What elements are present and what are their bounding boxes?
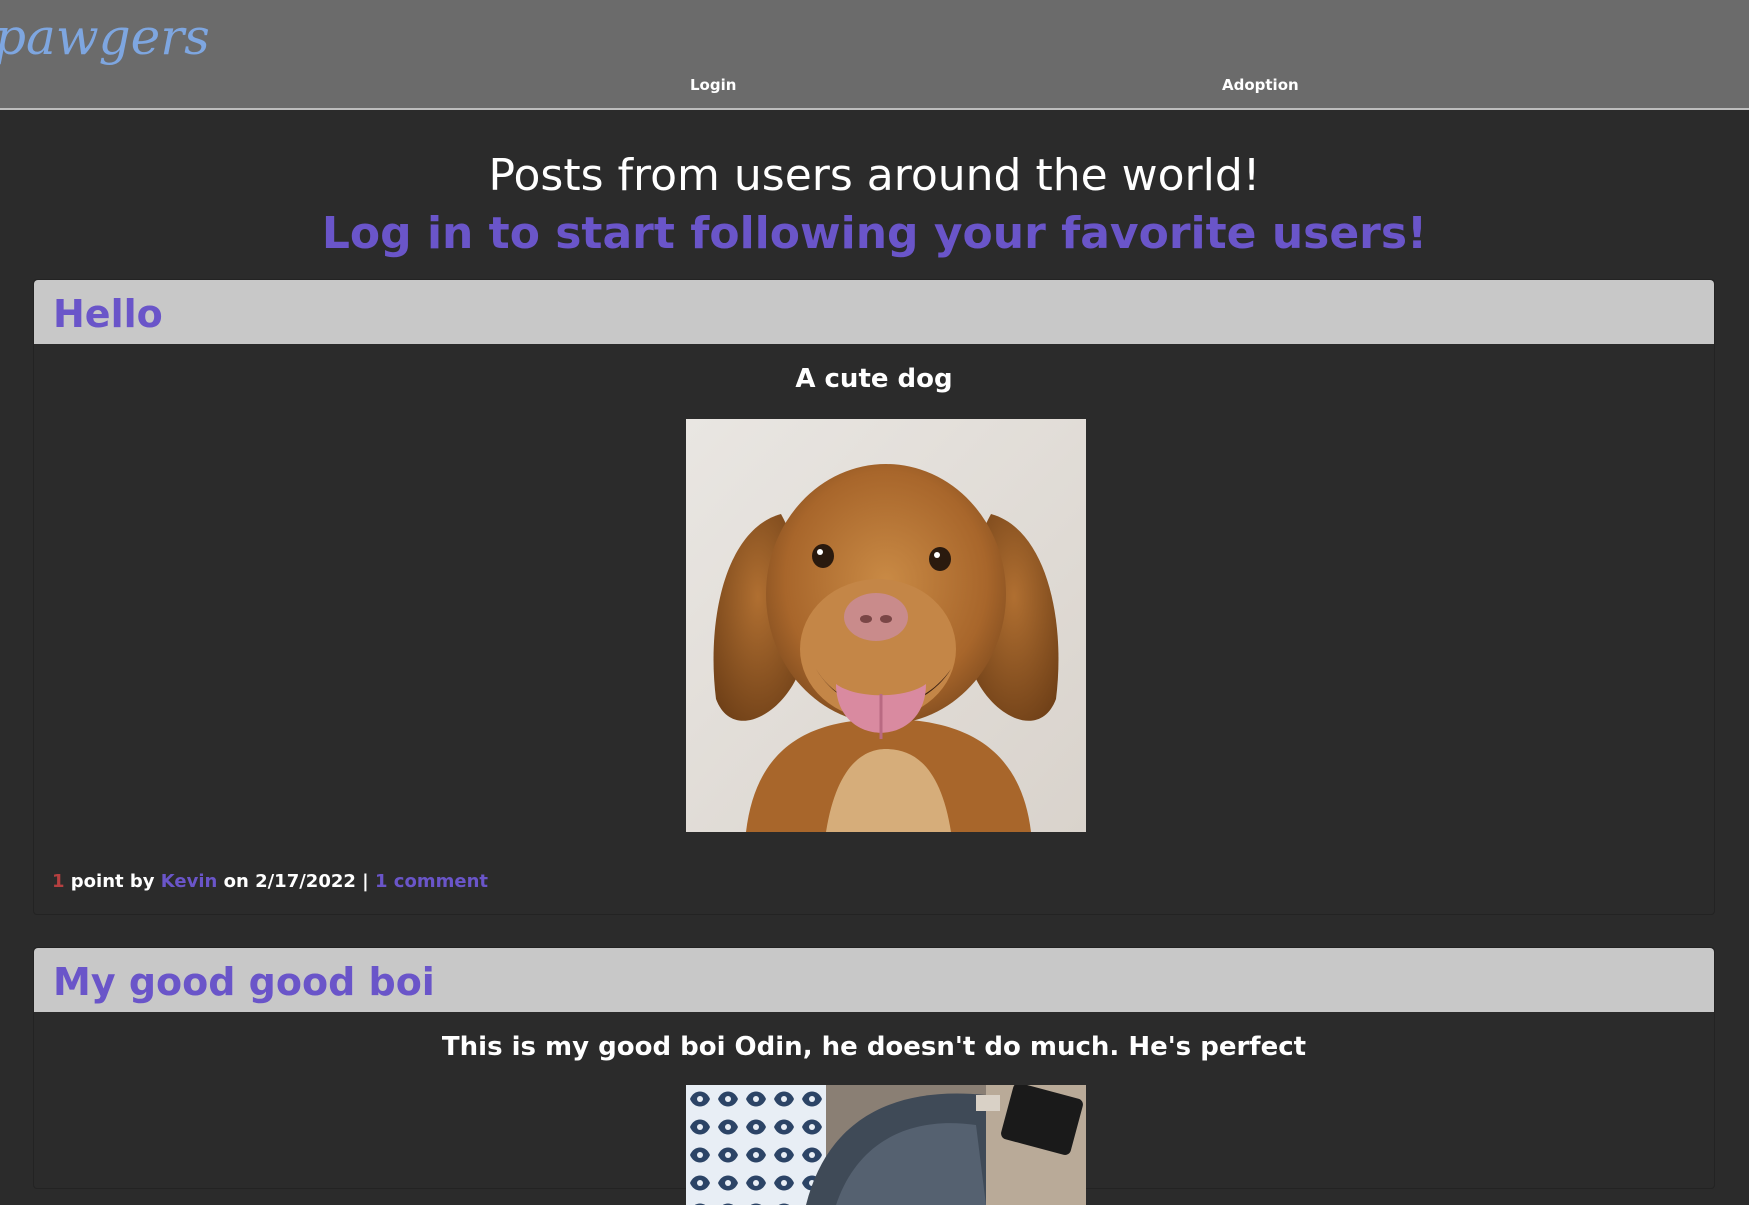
post-meta: 1 point by Kevin on 2/17/2022 | 1 commen…	[52, 871, 488, 892]
author-link[interactable]: Kevin	[161, 871, 218, 892]
post-header: My good good boi	[34, 948, 1714, 1012]
comments-link[interactable]: 1 comment	[375, 871, 488, 892]
meta-separator: |	[355, 871, 376, 892]
post-header: Hello	[34, 280, 1714, 344]
post-title-link[interactable]: Hello	[53, 292, 163, 336]
nav-adoption-link[interactable]: Adoption	[1222, 76, 1299, 94]
page-heading: Posts from users around the world!	[488, 150, 1261, 201]
site-logo[interactable]: pawgers	[0, 8, 210, 66]
post-date: 2/17/2022	[255, 871, 356, 892]
post-caption: This is my good boi Odin, he doesn't do …	[441, 1032, 1307, 1062]
points-label: point by	[64, 871, 161, 892]
dog-photo[interactable]	[686, 419, 1086, 832]
post-caption: A cute dog	[795, 364, 953, 394]
post-title-link[interactable]: My good good boi	[53, 960, 435, 1004]
post-card: Hello A cute dog 1 point by Kevin on 2/1…	[33, 279, 1715, 915]
date-prefix: on	[217, 871, 256, 892]
dog-photo[interactable]	[686, 1085, 1086, 1205]
post-points: 1	[52, 871, 65, 892]
login-prompt-link[interactable]: Log in to start following your favorite …	[0, 208, 1749, 259]
site-header: pawgers Login Adoption	[0, 0, 1749, 110]
post-card: My good good boi This is my good boi Odi…	[33, 947, 1715, 1205]
nav-login-link[interactable]: Login	[690, 76, 736, 94]
